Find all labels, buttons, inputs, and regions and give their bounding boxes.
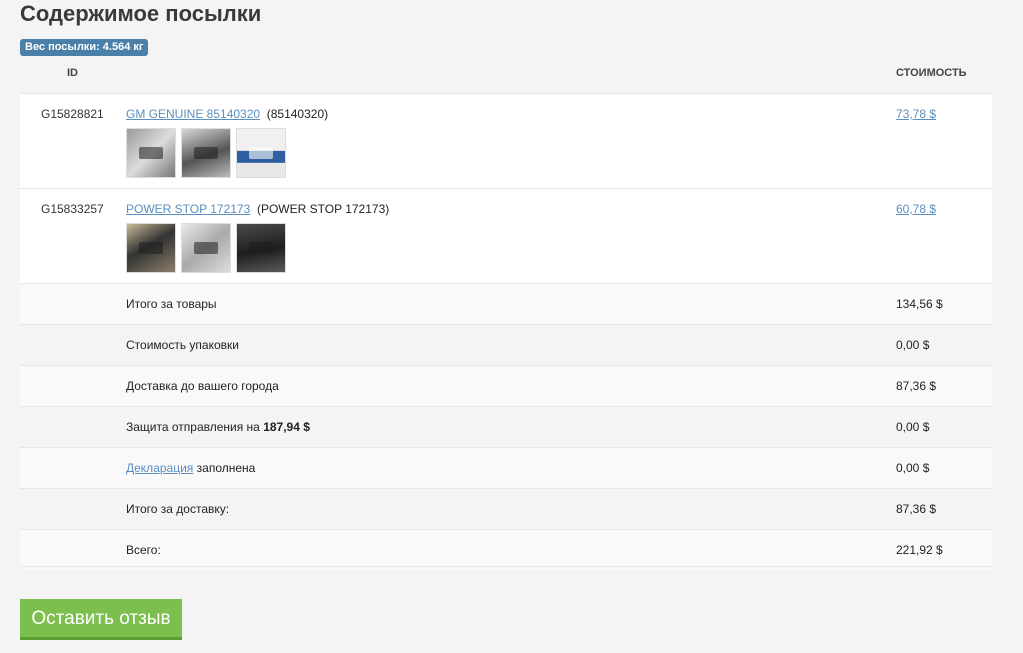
product-code: (POWER STOP 172173)	[256, 202, 390, 216]
summary-row-packaging: Стоимость упаковки 0,00 $	[20, 324, 992, 365]
summary-label: Всего:	[126, 543, 161, 557]
product-code: (85140320)	[266, 107, 329, 121]
table-row: G15828821 GM GENUINE 85140320 (85140320)…	[20, 93, 992, 188]
protection-label: Защита отправления на	[126, 420, 260, 434]
product-thumbnail[interactable]	[126, 128, 176, 178]
column-header-cost: СТОИМОСТЬ	[896, 67, 967, 79]
summary-label: Декларация заполнена	[126, 461, 255, 475]
column-header-id: ID	[67, 67, 78, 79]
declaration-link[interactable]: Декларация	[126, 461, 193, 475]
item-description: POWER STOP 172173 (POWER STOP 172173)	[126, 202, 389, 216]
thumbnail-group	[126, 128, 286, 178]
product-thumbnail[interactable]	[236, 223, 286, 273]
parcel-contents-table: G15828821 GM GENUINE 85140320 (85140320)…	[20, 93, 992, 570]
summary-value: 87,36 $	[896, 379, 937, 393]
item-description: GM GENUINE 85140320 (85140320)	[126, 107, 328, 121]
table-bottom-divider	[20, 566, 992, 567]
summary-value: 0,00 $	[896, 461, 930, 475]
product-thumbnail[interactable]	[236, 128, 286, 178]
summary-row-grand-total: Всего: 221,92 $	[20, 529, 992, 570]
product-thumbnail[interactable]	[181, 223, 231, 273]
summary-value: 87,36 $	[896, 502, 937, 516]
product-thumbnail[interactable]	[181, 128, 231, 178]
summary-label: Защита отправления на 187,94 $	[126, 420, 310, 434]
summary-row-delivery: Доставка до вашего города 87,36 $	[20, 365, 992, 406]
product-link[interactable]: POWER STOP 172173	[126, 202, 250, 216]
product-thumbnail[interactable]	[126, 223, 176, 273]
item-id: G15828821	[41, 107, 104, 121]
summary-label: Итого за товары	[126, 297, 217, 311]
summary-label: Доставка до вашего города	[126, 379, 279, 393]
summary-row-declaration: Декларация заполнена 0,00 $	[20, 447, 992, 488]
protection-amount: 187,94 $	[263, 420, 310, 434]
summary-value: 0,00 $	[896, 338, 930, 352]
summary-value: 134,56 $	[896, 297, 943, 311]
summary-label: Стоимость упаковки	[126, 338, 239, 352]
summary-value: 0,00 $	[896, 420, 930, 434]
summary-value: 221,92 $	[896, 543, 943, 557]
declaration-status: заполнена	[196, 461, 256, 475]
weight-badge: Вес посылки: 4.564 кг	[20, 39, 149, 56]
table-row: G15833257 POWER STOP 172173 (POWER STOP …	[20, 188, 992, 283]
thumbnail-group	[126, 223, 286, 273]
item-id: G15833257	[41, 202, 104, 216]
product-link[interactable]: GM GENUINE 85140320	[126, 107, 260, 121]
summary-row-shipping-total: Итого за доставку: 87,36 $	[20, 488, 992, 529]
summary-row-protection: Защита отправления на 187,94 $ 0,00 $	[20, 406, 992, 447]
page-title: Содержимое посылки	[20, 1, 262, 26]
summary-row-goods-total: Итого за товары 134,56 $	[20, 283, 992, 324]
leave-review-button[interactable]: Оставить отзыв	[20, 599, 182, 640]
item-price-link[interactable]: 60,78 $	[896, 202, 936, 216]
item-price-link[interactable]: 73,78 $	[896, 107, 936, 121]
summary-label: Итого за доставку:	[126, 502, 230, 516]
